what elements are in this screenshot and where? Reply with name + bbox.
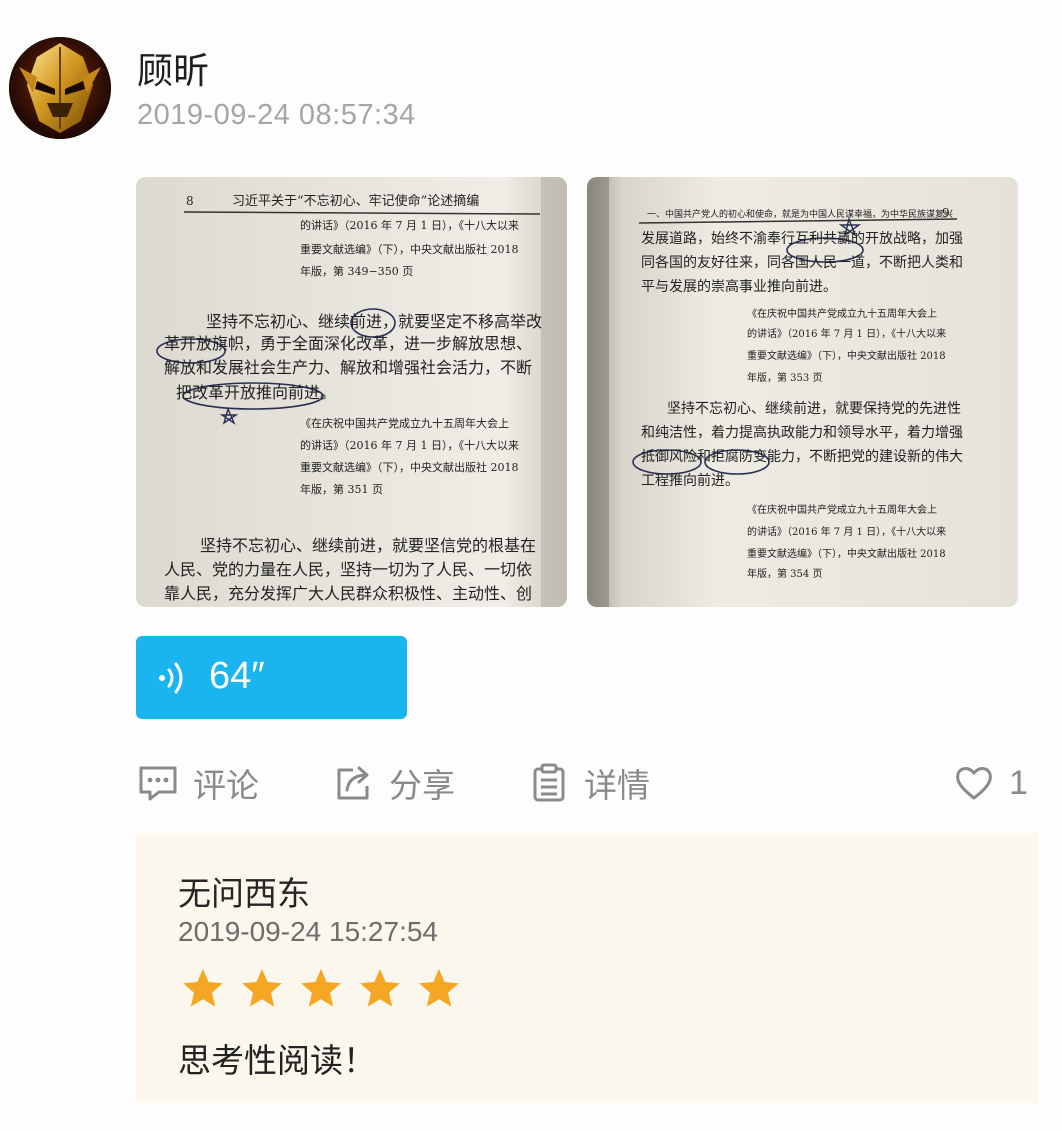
page-text-line: 重要文献选编》（下），中央文献出版社 2018 — [747, 547, 946, 560]
sound-wave-icon — [159, 662, 183, 694]
page-text-line: 解放和发展社会生产力、解放和增强社会活力，不断 — [164, 358, 532, 377]
page-text-line: 年版，第 351 页 — [300, 482, 383, 496]
book-page-9-image: 一、中国共产党人的初心和使命，就是为中国人民谋幸福，为中华民族谋复兴9 发展道路，… — [587, 177, 1018, 607]
page-text-line: 坚持不忘初心、继续前进，就要坚信党的根基在 — [200, 536, 536, 555]
page-text-line: 坚持不忘初心、继续前进，就要保持党的先进性 — [667, 400, 961, 417]
share-icon — [337, 766, 369, 800]
star-icon — [419, 969, 459, 1007]
star-icon — [183, 969, 223, 1007]
page-text-line: 年版，第 349−350 页 — [300, 264, 413, 278]
book-page-photo-right[interactable]: 一、中国共产党人的初心和使命，就是为中国人民谋幸福，为中华民族谋复兴 9 发展道路，… — [587, 177, 1018, 607]
comment-icon — [139, 766, 177, 801]
page-text-line: 平与发展的崇高事业推向前进。 — [641, 278, 837, 295]
page-text-line: 年版，第 353 页 — [747, 371, 822, 384]
page-text-line: 重要文献选编》（下），中央文献出版社 2018 — [300, 242, 519, 256]
page-text-line: 《在庆祝中国共产党成立九十五周年大会上 — [300, 416, 509, 430]
like-count: 1 — [1009, 763, 1028, 802]
page-text-line: 同各国的友好往来，同各国人民一道，不断把人类和 — [641, 255, 963, 271]
page-text-line: 和纯洁性，着力提高执政能力和领导水平，着力增强 — [641, 424, 963, 441]
page-text-line: 年版，第 354 页 — [747, 567, 822, 580]
share-button[interactable]: 分享 — [333, 760, 455, 806]
page-text-line: 的讲话》（2016 年 7 月 1 日），《十八大以来 — [300, 438, 519, 452]
detail-label: 详情 — [584, 766, 650, 805]
page-text-line: 工程推向前进。 — [641, 472, 739, 489]
voice-duration: 64″ — [209, 655, 265, 697]
comment-timestamp: 2019-09-24 15:27:54 — [178, 916, 438, 947]
running-head: 习近平关于“不忘初心、牢记使命”论述摘编 — [232, 193, 479, 209]
star-icon — [360, 969, 400, 1007]
running-head: 一、中国共产党人的初心和使命，就是为中国人民谋幸福，为中华民族谋复兴 — [647, 208, 953, 220]
commenter-name[interactable]: 无问西东 — [178, 867, 310, 915]
avatar[interactable] — [9, 37, 111, 139]
page-text-line: 靠人民，充分发挥广大人民群众积极性、主动性、创 — [164, 584, 532, 603]
page-number: 9 — [942, 206, 950, 220]
page-text-line: 重要文献选编》（下），中央文献出版社 2018 — [747, 349, 946, 362]
detail-button[interactable]: 详情 — [528, 760, 650, 806]
page-text-line: 坚持不忘初心、继续前进，就要坚定不移高举改 — [206, 312, 542, 331]
heart-icon — [956, 767, 992, 800]
page-text-line: 发展道路，始终不渝奉行互利共赢的开放战略，加强 — [641, 230, 963, 247]
page-text-line: 的讲话》（2016 年 7 月 1 日），《十八大以来 — [747, 327, 946, 340]
share-label: 分享 — [389, 766, 455, 805]
document-icon — [533, 763, 565, 802]
post-timestamp: 2019-09-24 08:57:34 — [137, 99, 416, 131]
comment-text: 思考性阅读！ — [178, 1041, 376, 1080]
star-rating — [182, 967, 460, 1009]
book-page-photo-left[interactable]: 8 习近平关于“不忘初心、牢记使命”论述摘编的讲话》（2016 年 7 月 1 日… — [136, 177, 567, 607]
post-author-name[interactable]: 顾昕 — [137, 42, 209, 94]
page-text-line: 把改革开放推向前进。 — [176, 383, 336, 402]
page-text-line: 的讲话》（2016 年 7 月 1 日），《十八大以来 — [747, 525, 946, 538]
star-icon — [301, 969, 341, 1007]
page-text-line: 的讲话》（2016 年 7 月 1 日），《十八大以来 — [300, 218, 519, 232]
golden-helmet-avatar-image — [9, 37, 111, 139]
page-text-line: 革开放旗帜，勇于全面深化改革，进一步解放思想、 — [164, 334, 532, 353]
page-text-line: 抵御风险和拒腐防变能力，不断把党的建设新的伟大 — [641, 448, 963, 465]
book-page-8-image: 8 习近平关于“不忘初心、牢记使命”论述摘编的讲话》（2016 年 7 月 1 日… — [136, 177, 567, 607]
star-icon — [242, 969, 282, 1007]
page-text-line: 《在庆祝中国共产党成立九十五周年大会上 — [747, 307, 937, 320]
comment-button[interactable]: 评论 — [137, 760, 259, 806]
page-number: 8 — [186, 194, 194, 208]
page-text-line: 重要文献选编》（下），中央文献出版社 2018 — [300, 460, 519, 474]
comment-label: 评论 — [193, 766, 259, 805]
like-button[interactable]: 1 — [953, 760, 1028, 806]
comment-card: 无问西东 2019-09-24 15:27:54 思考性阅读！ — [136, 833, 1038, 1103]
page-text-line: 人民、党的力量在人民，坚持一切为了人民、一切依 — [164, 560, 532, 579]
page-text-line: 《在庆祝中国共产党成立九十五周年大会上 — [747, 503, 937, 516]
voice-message-button[interactable]: 64″ — [136, 636, 407, 719]
